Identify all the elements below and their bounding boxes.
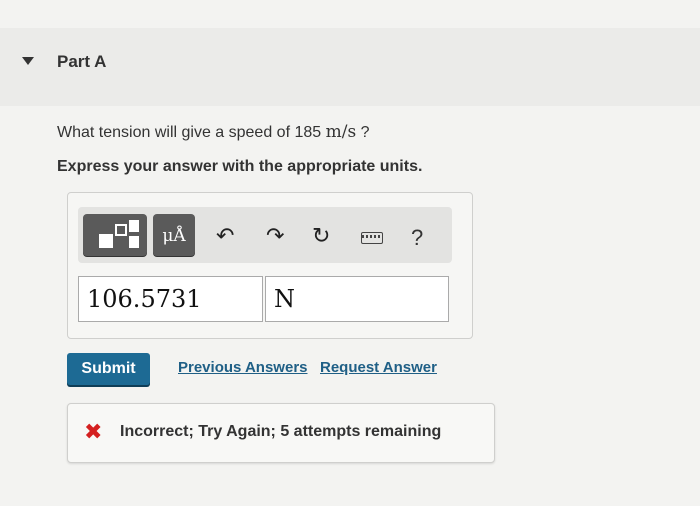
previous-answers-link[interactable]: Previous Answers [178,359,308,376]
x-icon: ✖ [84,419,103,444]
question-text-after: ? [356,124,370,141]
part-title[interactable]: Part A [57,52,106,72]
question-text: What tension will give a speed of 185 m/… [57,122,370,142]
request-answer-link[interactable]: Request Answer [320,359,437,376]
templates-icon [99,234,113,248]
undo-icon[interactable]: ↶ [216,222,234,250]
feedback-message: Incorrect; Try Again; 5 attempts remaini… [120,423,442,440]
collapse-caret-icon[interactable] [22,57,34,65]
keyboard-icon[interactable] [361,232,383,244]
templates-button[interactable] [83,214,147,256]
submit-button[interactable]: Submit [67,353,150,385]
help-icon[interactable]: ? [411,224,423,252]
answer-unit-input[interactable]: N [265,276,449,322]
reset-icon[interactable]: ↻ [312,222,330,250]
question-text-before: What tension will give a speed of 185 [57,124,326,141]
redo-icon[interactable]: ↷ [266,222,284,250]
units-button[interactable]: μÅ [153,214,195,256]
answer-value-input[interactable]: 106.5731 [78,276,263,322]
question-unit: m/s [325,122,357,142]
answer-instruction: Express your answer with the appropriate… [57,158,423,175]
